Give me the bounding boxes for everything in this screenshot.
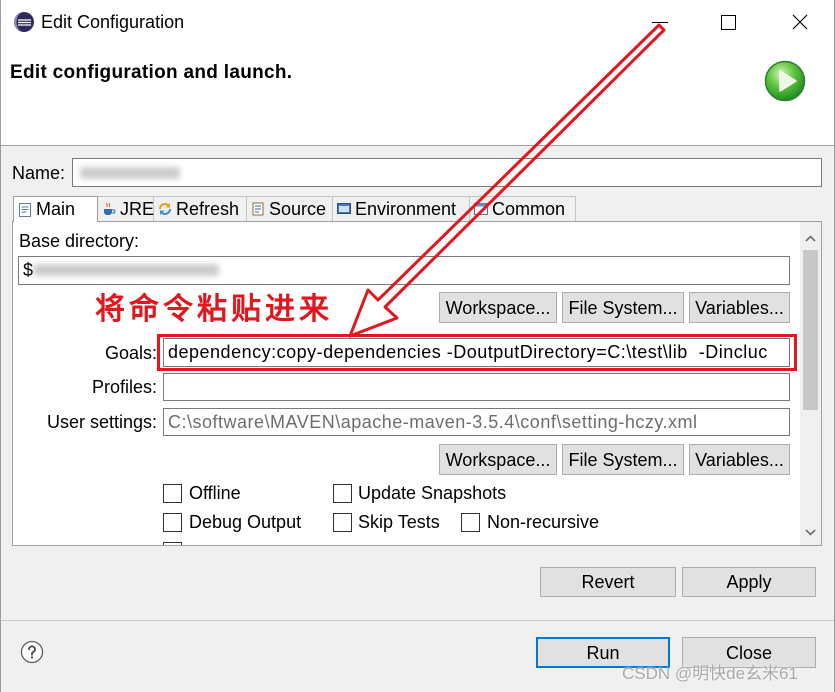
- refresh-icon: [157, 201, 173, 217]
- dialog-heading: Edit configuration and launch.: [10, 62, 293, 83]
- minimize-button[interactable]: [640, 8, 680, 38]
- csdn-watermark: CSDN @明快de玄米61: [622, 664, 798, 683]
- apply-button[interactable]: Apply: [682, 567, 816, 597]
- help-icon[interactable]: [20, 640, 44, 664]
- profiles-field[interactable]: [163, 373, 790, 401]
- common-icon: [473, 201, 489, 217]
- base-directory-label: Base directory:: [19, 231, 140, 251]
- update-snapshots-checkbox[interactable]: [333, 484, 352, 503]
- offline-checkbox[interactable]: [163, 484, 182, 503]
- footer-separator: [0, 620, 835, 621]
- tab-source[interactable]: Source: [247, 196, 333, 221]
- tab-label: Source: [269, 198, 327, 219]
- tab-label: JRE: [120, 198, 155, 219]
- partially-visible-checkbox[interactable]: [163, 542, 182, 545]
- minimize-icon: [652, 22, 668, 23]
- tab-jre[interactable]: JRE: [98, 196, 154, 221]
- name-label: Name:: [12, 163, 66, 183]
- non-recursive-label[interactable]: Non-recursive: [487, 511, 599, 533]
- goals-field[interactable]: [163, 338, 790, 367]
- non-recursive-checkbox[interactable]: [461, 513, 480, 532]
- run-launch-icon: [763, 59, 807, 103]
- name-field[interactable]: [72, 158, 822, 187]
- user-settings-field[interactable]: [163, 408, 790, 436]
- window-title: Edit Configuration: [41, 12, 185, 32]
- tab-main[interactable]: Main: [13, 196, 98, 222]
- profiles-label: Profiles:: [91, 377, 157, 397]
- scroll-down-icon[interactable]: [803, 524, 818, 539]
- user-settings-file-system-button[interactable]: File System...: [562, 444, 684, 475]
- jre-icon: [101, 201, 117, 217]
- base-directory-file-system-button[interactable]: File System...: [562, 292, 684, 323]
- tab-environment[interactable]: Environment: [333, 196, 470, 221]
- user-settings-workspace-button[interactable]: Workspace...: [439, 444, 557, 475]
- main-tab-icon: [17, 202, 33, 218]
- main-tab-panel: Base directory: 将命令粘贴进来 Workspace... Fil…: [12, 221, 822, 546]
- close-window-button[interactable]: [778, 8, 822, 38]
- update-snapshots-label[interactable]: Update Snapshots: [358, 482, 506, 504]
- redacted-base-directory: [33, 264, 219, 276]
- tab-label: Environment: [355, 198, 457, 219]
- environment-icon: [336, 201, 352, 217]
- offline-label[interactable]: Offline: [189, 482, 241, 504]
- maximize-button[interactable]: [708, 8, 748, 38]
- tab-label: Refresh: [176, 198, 240, 219]
- tab-label: Common: [492, 198, 566, 219]
- paste-command-annotation: 将命令粘贴进来: [95, 292, 333, 327]
- redacted-name: [80, 167, 180, 179]
- close-icon: [792, 14, 808, 30]
- source-icon: [250, 201, 266, 217]
- scrollbar-thumb[interactable]: [803, 250, 818, 410]
- tab-refresh[interactable]: Refresh: [154, 196, 247, 221]
- tab-label: Main: [36, 199, 76, 219]
- vertical-scrollbar[interactable]: [800, 222, 821, 545]
- skip-tests-checkbox[interactable]: [333, 513, 352, 532]
- skip-tests-label[interactable]: Skip Tests: [358, 511, 440, 533]
- base-directory-variables-button[interactable]: Variables...: [689, 292, 790, 323]
- user-settings-label: User settings:: [46, 412, 157, 432]
- goals-label: Goals:: [104, 343, 157, 363]
- debug-output-checkbox[interactable]: [163, 513, 182, 532]
- debug-output-label[interactable]: Debug Output: [189, 511, 301, 533]
- tab-common[interactable]: Common: [470, 196, 576, 221]
- scroll-up-icon[interactable]: [803, 230, 818, 245]
- eclipse-icon: [13, 11, 35, 33]
- base-directory-workspace-button[interactable]: Workspace...: [439, 292, 557, 323]
- user-settings-variables-button[interactable]: Variables...: [689, 444, 790, 475]
- maximize-icon: [721, 15, 736, 30]
- revert-button[interactable]: Revert: [540, 567, 676, 597]
- edit-configuration-dialog: Edit Configuration Edit configuration an…: [0, 0, 835, 692]
